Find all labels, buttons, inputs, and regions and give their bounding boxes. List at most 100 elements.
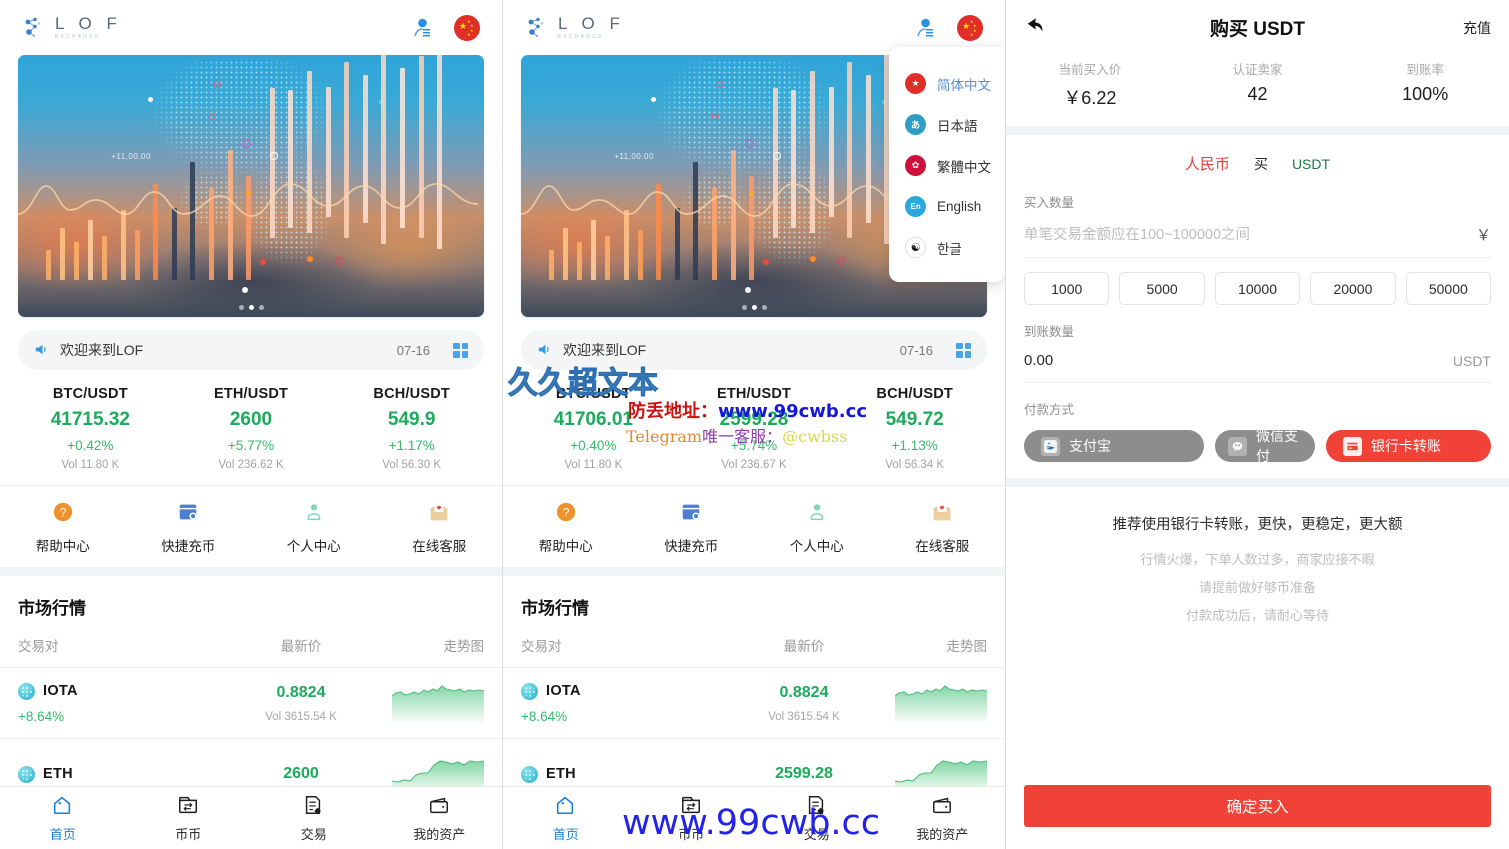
language-option-korean[interactable]: ☯ 한글 — [889, 227, 1005, 268]
china-flag-icon[interactable]: ★ ★ ★ ★ ★ — [454, 14, 480, 41]
confirm-buy-button[interactable]: 确定买入 — [1024, 785, 1491, 827]
user-profile-icon[interactable] — [410, 16, 434, 40]
tab-home[interactable]: 首页 — [0, 794, 126, 843]
amount-input[interactable] — [1024, 226, 1476, 243]
person-center-icon — [805, 500, 829, 524]
header-actions: ★ ★ ★ ★ ★ — [913, 14, 983, 41]
language-option-english[interactable]: En English — [889, 186, 1005, 227]
amount-chip-20000[interactable]: 20000 — [1310, 272, 1396, 305]
tab-home[interactable]: 首页 — [503, 794, 629, 843]
app-logo[interactable]: L O F EXCHANGE — [525, 15, 625, 41]
banner-carousel[interactable]: +11,00.00 — [0, 55, 502, 317]
table-row[interactable]: IOTA +8.64% 0.8824 Vol 3615.54 K — [0, 667, 502, 738]
tab-coins[interactable]: 币币 — [629, 794, 755, 843]
coin-change: +8.64% — [521, 708, 568, 724]
online-support-mail-icon — [930, 500, 954, 524]
column-pair: 交易对 — [521, 639, 562, 654]
ticker-pair: BTC/USDT — [555, 386, 631, 402]
quick-action-deposit[interactable]: 快捷充币 — [629, 500, 755, 555]
china-flag-icon[interactable]: ★ ★ ★ ★ ★ — [957, 14, 983, 41]
grid-icon[interactable] — [956, 342, 971, 358]
currency-label[interactable]: 人民币 — [1185, 153, 1230, 174]
ticker-change: +0.40% — [570, 438, 617, 453]
confirm-area: 确定买入 — [1006, 769, 1509, 849]
ticker-card[interactable]: BTC/USDT 41706.01 +0.40% Vol 11.80 K — [513, 386, 674, 471]
amount-input-row[interactable]: ￥ — [1024, 211, 1491, 258]
ticker-strip: BTC/USDT 41706.01 +0.40% Vol 11.80 K ETH… — [503, 370, 1005, 485]
quick-action-help[interactable]: ? 帮助中心 — [503, 500, 629, 555]
bottom-tabbar: 首页 币币 交易 我的资产 — [503, 786, 1005, 849]
lof-logo-icon — [22, 15, 48, 41]
asset-label[interactable]: USDT — [1292, 156, 1330, 172]
buy-notes: 推荐使用银行卡转账，更快，更稳定，更大额 行情火爆，下单人数过多，商家应接不暇 … — [1006, 487, 1509, 624]
ticker-card[interactable]: BCH/USDT 549.72 +1.13% Vol 56.34 K — [834, 386, 995, 471]
receive-amount-unit: USDT — [1452, 352, 1491, 369]
svg-text:?: ? — [59, 506, 66, 520]
ticker-volume: Vol 11.80 K — [564, 459, 623, 471]
table-row[interactable]: IOTA +8.64% 0.8824 Vol 3615.54 K — [503, 667, 1005, 738]
ticker-card[interactable]: BTC/USDT 41715.32 +0.42% Vol 11.80 K — [10, 386, 171, 471]
ticker-price: 41715.32 — [50, 409, 130, 430]
phone-panel-left: L O F EXCHANGE ★ ★ ★ ★ ★ +11,00.00 欢迎来到L… — [0, 0, 503, 849]
tab-coins[interactable]: 币币 — [126, 794, 252, 843]
note-sub: 请提前做好够币准备 — [1198, 580, 1316, 595]
tab-trade[interactable]: 交易 — [754, 794, 880, 843]
recharge-link[interactable]: 充值 — [1463, 18, 1491, 38]
payment-alipay[interactable]: 支付宝 — [1024, 430, 1204, 462]
stat-value: 42 — [1247, 84, 1268, 104]
payment-wechat[interactable]: 微信支付 — [1215, 428, 1315, 464]
quick-action-support[interactable]: 在线客服 — [377, 500, 503, 555]
ticker-price: 41706.01 — [553, 409, 633, 430]
language-option-simplified-chinese[interactable]: ★ 简体中文 — [889, 63, 1005, 104]
ticker-change: +5.74% — [730, 438, 778, 453]
user-profile-icon[interactable] — [913, 16, 937, 40]
amount-chip-10000[interactable]: 10000 — [1214, 272, 1301, 305]
language-option-japanese[interactable]: あ 日本語 — [889, 104, 1005, 145]
banner-pagination[interactable] — [18, 305, 484, 310]
quick-action-profile[interactable]: 个人中心 — [754, 500, 880, 555]
notice-bar[interactable]: 欢迎来到LOF 07-16 — [521, 330, 987, 370]
notice-text: 欢迎来到LOF — [563, 342, 647, 358]
amount-chip-5000[interactable]: 5000 — [1119, 272, 1205, 305]
notice-bar[interactable]: 欢迎来到LOF 07-16 — [18, 330, 484, 370]
language-dropdown[interactable]: ★ 简体中文 あ 日本語 ✿ 繁體中文 En English ☯ 한글 — [889, 47, 1005, 282]
market-section-title: 市场行情 — [521, 599, 589, 618]
payment-bank-transfer[interactable]: 银行卡转账 — [1326, 430, 1491, 462]
online-support-mail-icon — [427, 500, 451, 524]
grid-icon[interactable] — [453, 342, 468, 358]
quick-action-help[interactable]: ? 帮助中心 — [0, 500, 126, 555]
tab-label: 我的资产 — [916, 826, 969, 842]
stat-label: 到账率 — [1406, 63, 1444, 77]
language-option-traditional-chinese[interactable]: ✿ 繁體中文 — [889, 145, 1005, 186]
coin-change: +8.64% — [18, 708, 65, 724]
quick-action-profile[interactable]: 个人中心 — [251, 500, 377, 555]
stat-label: 当前买入价 — [1058, 63, 1122, 77]
logo-subtext: EXCHANGE — [55, 34, 101, 40]
app-logo[interactable]: L O F EXCHANGE — [22, 15, 122, 41]
ticker-change: +0.42% — [67, 438, 114, 453]
quick-action-label: 个人中心 — [286, 539, 341, 554]
tab-assets[interactable]: 我的资产 — [377, 794, 503, 843]
stat-verified-sellers: 认证卖家 42 — [1174, 59, 1342, 110]
market-table-header: 交易对 最新价 走势图 — [0, 619, 502, 667]
banner-pagination[interactable] — [521, 305, 987, 310]
ticker-card[interactable]: BCH/USDT 549.9 +1.17% Vol 56.30 K — [331, 386, 492, 471]
payment-method-label: 付款方式 — [1024, 403, 1075, 417]
ticker-card[interactable]: ETH/USDT 2599.28 +5.74% Vol 236.67 K — [674, 386, 835, 471]
coin-icon — [521, 765, 538, 783]
quick-action-deposit[interactable]: 快捷充币 — [126, 500, 252, 555]
coin-price: 0.8824 — [779, 683, 829, 701]
banner-value-label: +11,00.00 — [111, 151, 151, 161]
home-icon — [51, 794, 74, 817]
amount-chip-1000[interactable]: 1000 — [1024, 272, 1110, 305]
ticker-change: +5.77% — [227, 438, 275, 453]
quick-action-label: 帮助中心 — [538, 539, 593, 554]
tab-trade[interactable]: 交易 — [251, 794, 377, 843]
quick-action-support[interactable]: 在线客服 — [880, 500, 1006, 555]
amount-chip-50000[interactable]: 50000 — [1405, 272, 1492, 305]
tab-label: 币币 — [175, 826, 202, 842]
tab-assets[interactable]: 我的资产 — [880, 794, 1006, 843]
ticker-card[interactable]: ETH/USDT 2600 +5.77% Vol 236.62 K — [171, 386, 332, 471]
ticker-change: +1.13% — [891, 438, 938, 453]
quick-action-label: 帮助中心 — [35, 539, 90, 554]
